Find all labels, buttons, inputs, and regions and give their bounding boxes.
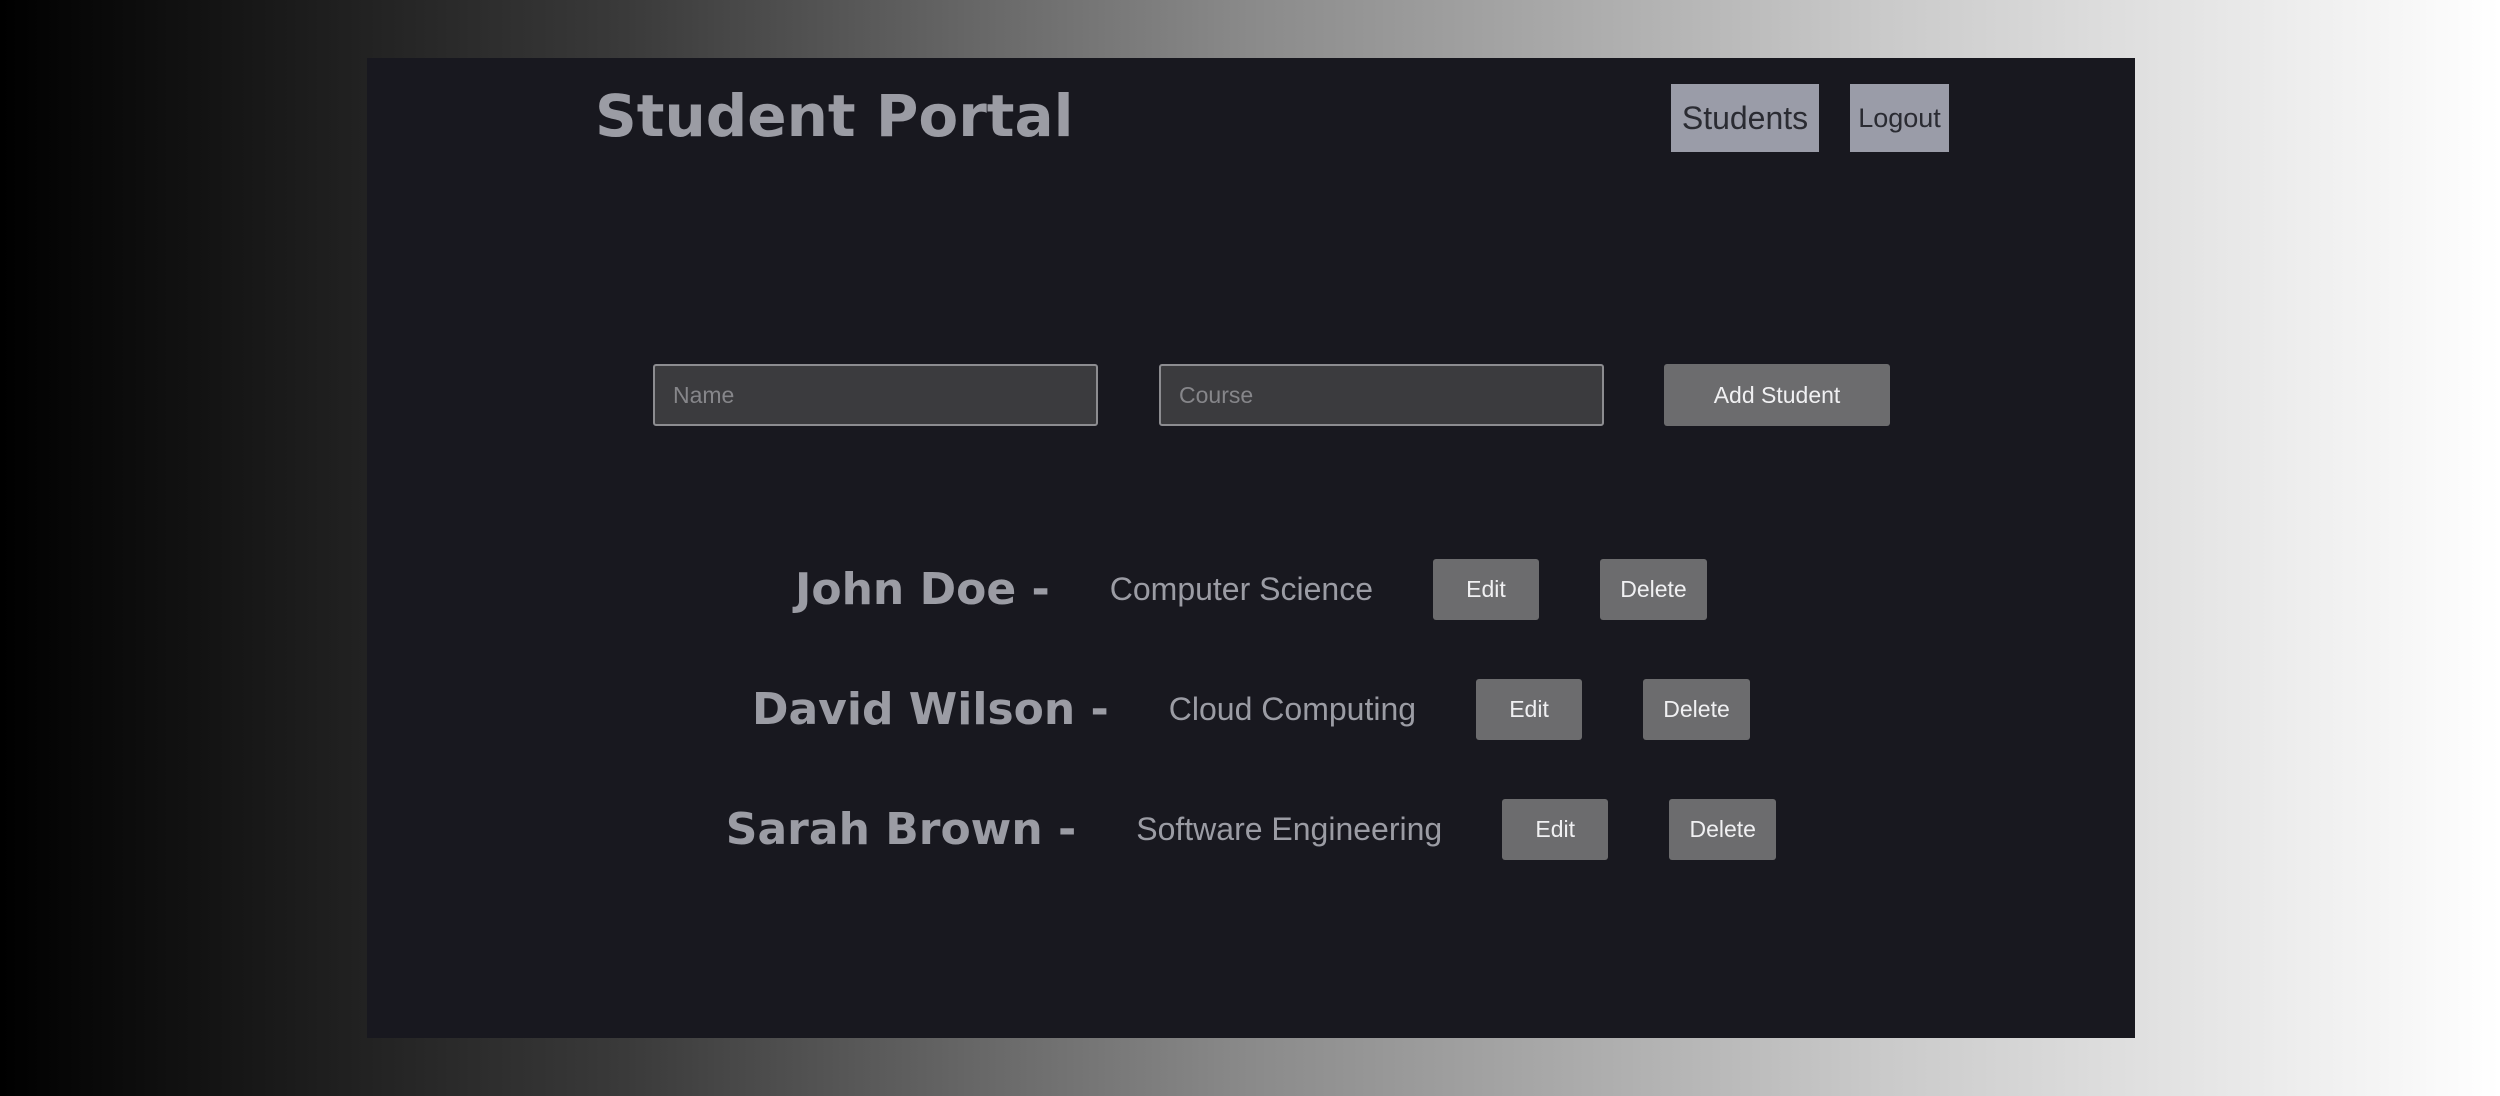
edit-button[interactable]: Edit (1502, 798, 1609, 860)
delete-button[interactable]: Delete (1643, 678, 1751, 740)
logout-button[interactable]: Logout (1850, 84, 1949, 152)
student-row: David Wilson - Cloud Computing Edit Dele… (367, 678, 2135, 740)
student-row: John Doe - Computer Science Edit Delete (367, 558, 2135, 620)
student-course: Cloud Computing (1168, 690, 1417, 727)
student-row: Sarah Brown - Software Engineering Edit … (367, 798, 2135, 860)
page-title: Student Portal (595, 82, 1074, 150)
course-input[interactable] (1159, 364, 1604, 426)
student-name: David Wilson - (751, 683, 1109, 735)
students-nav-button[interactable]: Students (1671, 84, 1819, 152)
edit-button[interactable]: Edit (1476, 678, 1583, 740)
student-name: Sarah Brown - (725, 803, 1077, 855)
app-panel: Student Portal Students Logout Add Stude… (367, 58, 2135, 1038)
edit-button[interactable]: Edit (1432, 558, 1539, 620)
student-course: Computer Science (1109, 570, 1373, 607)
student-course: Software Engineering (1136, 810, 1443, 847)
delete-button[interactable]: Delete (1599, 558, 1707, 620)
name-input[interactable] (653, 364, 1098, 426)
add-student-button[interactable]: Add Student (1664, 364, 1890, 426)
delete-button[interactable]: Delete (1669, 798, 1777, 860)
student-name: John Doe - (795, 563, 1050, 615)
